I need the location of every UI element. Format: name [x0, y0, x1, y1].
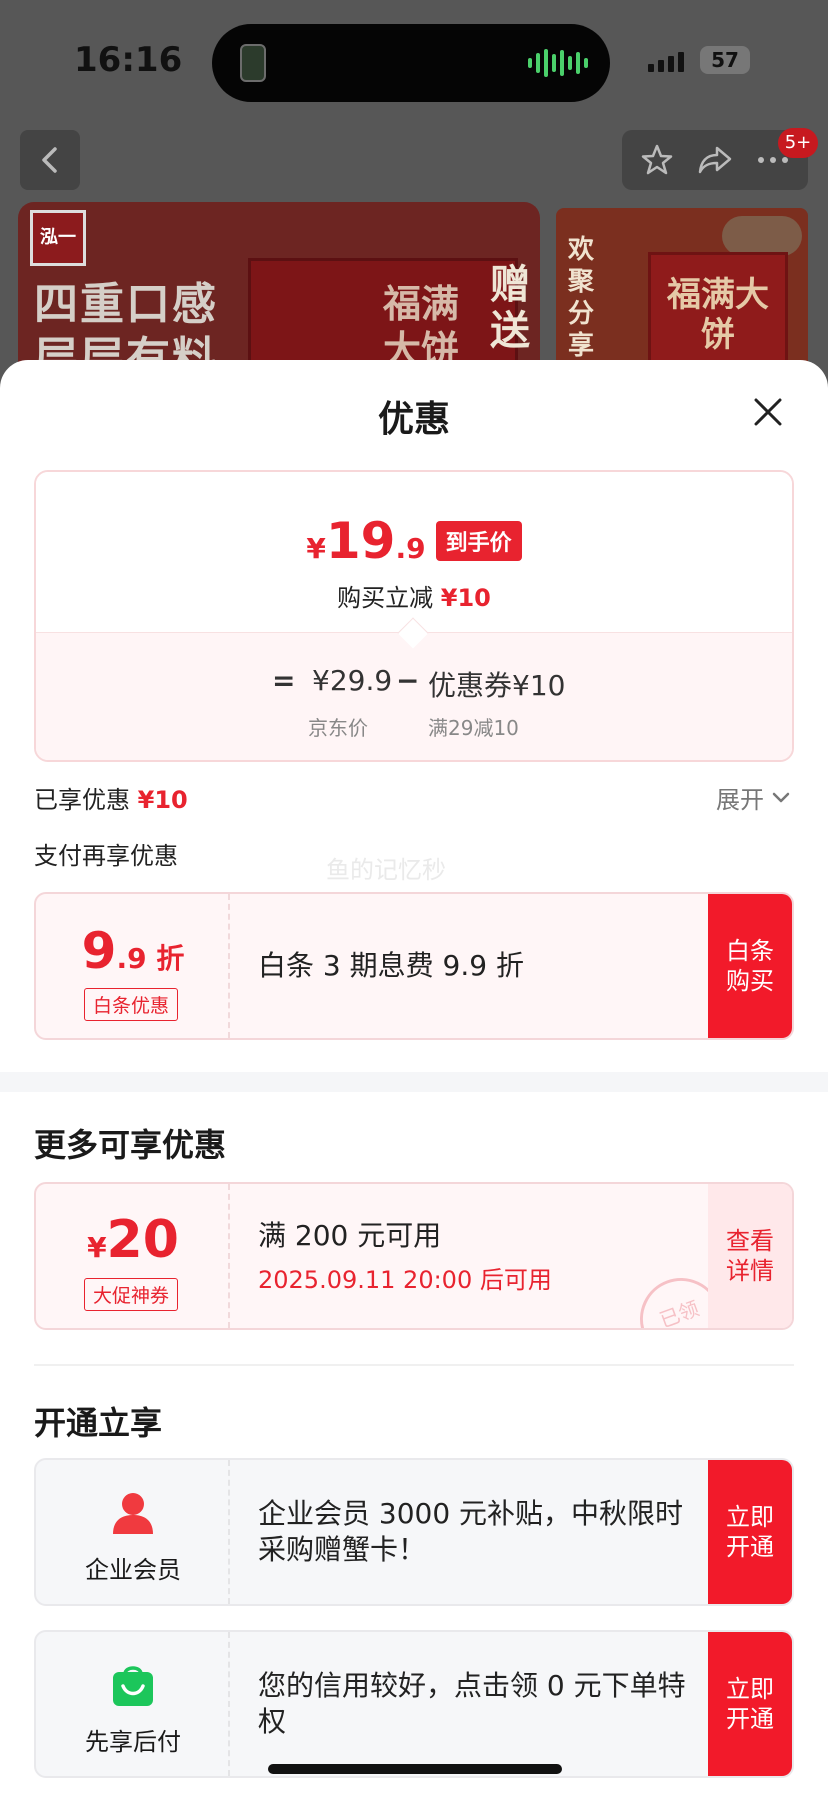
baitiao-info: 白条 3 期息费 9.9 折: [258, 894, 704, 1038]
coupon-title: 满 200 元可用: [258, 1218, 442, 1252]
pay-later-title: 您的信用较好，点击领 0 元下单特权: [258, 1669, 686, 1738]
coupon-chip: 大促神券: [84, 1278, 179, 1311]
enterprise-label: 企业会员: [85, 1556, 181, 1584]
view-details-button[interactable]: 查看详情: [708, 1184, 792, 1328]
chevron-left-icon: [42, 147, 57, 173]
expand-label: 展开: [716, 786, 764, 814]
home-indicator: [268, 1764, 562, 1774]
baitiao-discount-small: .9 折: [116, 942, 185, 975]
enjoyed-value: ¥10: [137, 786, 188, 814]
banner-gift-text: 赠送: [490, 262, 530, 354]
coupon-value: ¥20: [36, 1210, 230, 1270]
jd-price: ¥29.9: [312, 664, 393, 697]
coupon-left: ¥20 大促神券: [36, 1184, 230, 1328]
close-button[interactable]: [742, 386, 794, 438]
instant-discount-value: ¥10: [440, 584, 491, 612]
enterprise-member-card[interactable]: 企业会员 企业会员 3000 元补贴，中秋限时采购赠蟹卡！ 立即开通: [34, 1458, 794, 1606]
hand-image: [722, 216, 802, 256]
banner-headline-line-1: 四重口感: [34, 279, 218, 330]
final-price-decimal: .9: [395, 532, 426, 565]
baitiao-discount-big: 9: [81, 922, 117, 980]
jd-price-label: 京东价: [308, 716, 368, 740]
baitiao-chip: 白条优惠: [84, 988, 179, 1021]
open-enterprise-button[interactable]: 立即开通: [708, 1460, 792, 1604]
battery-indicator: 57: [700, 46, 750, 74]
more-discounts-title: 更多可享优惠: [34, 1126, 227, 1164]
shopping-bag-icon: [113, 1666, 153, 1706]
pay-more-title: 支付再享优惠: [34, 842, 178, 870]
app-icon: [240, 44, 266, 82]
enterprise-left: 企业会员: [36, 1460, 230, 1604]
baitiao-title: 白条 3 期息费 9.9 折: [258, 949, 524, 982]
baitiao-discount: 9.9 折: [36, 922, 230, 980]
final-price-integer: 19: [325, 512, 396, 570]
sheet-title: 优惠: [377, 399, 450, 440]
baitiao-card[interactable]: 9.9 折 白条优惠 白条 3 期息费 9.9 折 白条购买: [34, 892, 794, 1040]
coupon-card[interactable]: ¥20 大促神券 满 200 元可用 2025.09.11 20:00 后可用 …: [34, 1182, 794, 1330]
brand-logo: 泓一: [30, 210, 86, 266]
chevron-down-icon: [772, 792, 790, 802]
equals-sign: =: [272, 664, 296, 697]
coupon-amount: 优惠券¥10: [428, 669, 566, 702]
status-time: 16:16: [74, 40, 183, 80]
price-formula: [36, 632, 792, 760]
enjoyed-label: 已享优惠: [34, 786, 130, 814]
enjoyed-discount: 已享优惠 ¥10: [34, 780, 188, 815]
coupon-info: 满 200 元可用 2025.09.11 20:00 后可用: [258, 1184, 704, 1328]
open-section-title: 开通立享: [34, 1404, 163, 1442]
message-badge: 5+: [778, 128, 818, 158]
dynamic-island: [212, 24, 610, 102]
signal-icon: [648, 52, 684, 72]
coupon-currency: ¥: [87, 1231, 107, 1264]
coupon-valid-time: 2025.09.11 20:00 后可用: [258, 1265, 552, 1294]
close-icon: [754, 398, 782, 426]
enterprise-info: 企业会员 3000 元补贴，中秋限时采购赠蟹卡！: [258, 1460, 704, 1604]
audio-wave-icon: [528, 48, 588, 78]
back-button[interactable]: [20, 130, 80, 190]
coupon-value-number: 20: [106, 1210, 179, 1270]
share-icon[interactable]: [697, 144, 733, 176]
section-separator: [0, 1072, 828, 1092]
divider: [34, 1364, 794, 1366]
enterprise-title: 企业会员 3000 元补贴，中秋限时采购赠蟹卡！: [258, 1497, 684, 1566]
pay-later-left: 先享后付: [36, 1632, 230, 1776]
coupon-condition: 满29减10: [428, 716, 519, 740]
star-icon[interactable]: [640, 143, 674, 177]
pay-later-card[interactable]: 先享后付 您的信用较好，点击领 0 元下单特权 立即开通: [34, 1630, 794, 1778]
pay-later-info: 您的信用较好，点击领 0 元下单特权: [258, 1632, 704, 1776]
final-price-currency: ¥: [306, 532, 326, 565]
final-price-tag: 到手价: [435, 521, 522, 561]
discount-sheet: 优惠 ¥ 19 .9 到手价 购买立减 ¥10 = ¥29.9 − 优惠券¥10…: [0, 360, 828, 1796]
baitiao-left: 9.9 折 白条优惠: [36, 894, 230, 1038]
watermark: 鱼的记忆秒: [326, 856, 446, 884]
baitiao-buy-button[interactable]: 白条购买: [708, 894, 792, 1038]
pay-later-label: 先享后付: [85, 1728, 181, 1756]
more-icon[interactable]: [756, 155, 790, 165]
user-icon: [113, 1493, 153, 1534]
minus-sign: −: [396, 664, 420, 697]
expand-button[interactable]: 展开: [716, 780, 790, 815]
final-price: ¥ 19 .9 到手价: [36, 512, 792, 570]
instant-discount: 购买立减 ¥10: [36, 578, 792, 613]
instant-discount-label: 购买立减: [337, 584, 434, 612]
price-breakdown-card: ¥ 19 .9 到手价 购买立减 ¥10 = ¥29.9 − 优惠券¥10 京东…: [34, 470, 794, 762]
open-pay-later-button[interactable]: 立即开通: [708, 1632, 792, 1776]
